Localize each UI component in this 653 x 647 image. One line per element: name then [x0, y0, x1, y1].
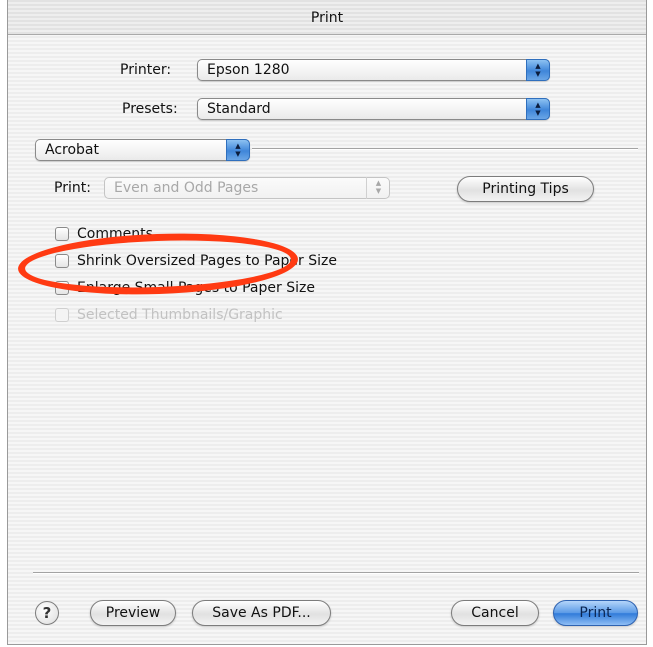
- preview-button[interactable]: Preview: [90, 600, 176, 626]
- printer-popup[interactable]: Epson 1280 ▲ ▼: [197, 59, 550, 81]
- print-range-popup: Even and Odd Pages ▲ ▼: [104, 177, 390, 199]
- cancel-button[interactable]: Cancel: [451, 600, 539, 626]
- shrink-oversized-label: Shrink Oversized Pages to Paper Size: [77, 253, 337, 269]
- window-title: Print: [8, 0, 646, 35]
- presets-value: Standard: [207, 101, 271, 117]
- popup-arrows-icon: ▲ ▼: [526, 59, 550, 81]
- presets-label: Presets:: [122, 101, 178, 117]
- panel-value: Acrobat: [45, 142, 99, 158]
- selected-thumbnails-checkbox: [55, 308, 69, 322]
- presets-popup[interactable]: Standard ▲ ▼: [197, 98, 550, 120]
- selected-thumbnails-label: Selected Thumbnails/Graphic: [77, 307, 283, 323]
- print-range-value: Even and Odd Pages: [114, 180, 259, 196]
- printer-value: Epson 1280: [207, 62, 290, 78]
- footer-divider: [33, 572, 639, 574]
- panel-popup[interactable]: Acrobat ▲ ▼: [35, 139, 250, 161]
- printer-label: Printer:: [120, 62, 172, 78]
- popup-arrows-icon: ▲ ▼: [366, 177, 390, 199]
- save-as-pdf-button[interactable]: Save As PDF...: [192, 600, 331, 626]
- shrink-oversized-checkbox[interactable]: [55, 254, 69, 268]
- print-button[interactable]: Print: [553, 600, 638, 626]
- panel-divider: [252, 148, 638, 150]
- printing-tips-button[interactable]: Printing Tips: [457, 176, 594, 202]
- help-button[interactable]: ?: [35, 601, 59, 625]
- print-dialog: Print Printer: Epson 1280 ▲ ▼ Presets: St…: [7, 0, 647, 645]
- comments-label: Comments: [77, 226, 153, 242]
- comments-checkbox[interactable]: [55, 227, 69, 241]
- print-range-label: Print:: [54, 180, 91, 196]
- enlarge-small-checkbox[interactable]: [55, 281, 69, 295]
- popup-arrows-icon: ▲ ▼: [526, 98, 550, 120]
- enlarge-small-label: Enlarge Small Pages to Paper Size: [77, 280, 315, 296]
- popup-arrows-icon: ▲ ▼: [226, 139, 250, 161]
